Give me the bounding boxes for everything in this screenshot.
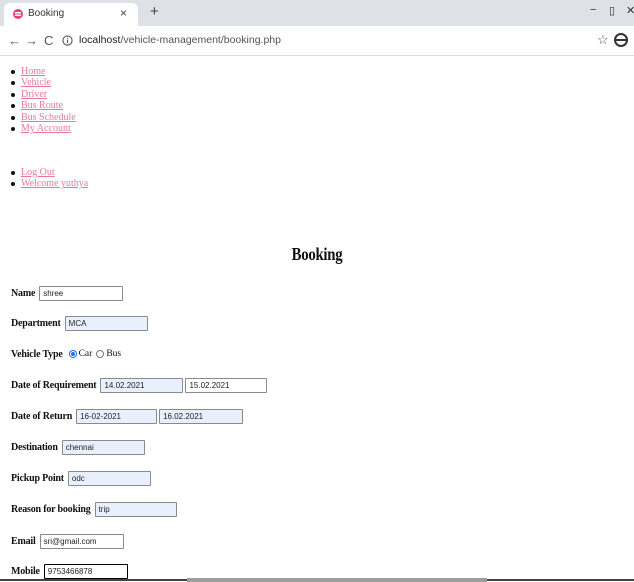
nav-item-bus-schedule: Bus Schedule (9, 112, 76, 123)
mobile-row: Mobile 9753466878 (11, 563, 128, 579)
mobile-input[interactable]: 9753466878 (43, 563, 128, 579)
nav-item-vehicle: Vehicle (9, 77, 76, 88)
date-requirement-to-input[interactable]: 15.02.2021 (185, 377, 268, 393)
address-bar[interactable]: localhost/vehicle-management/booking.php (79, 34, 281, 46)
browser-toolbar: ← → C localhost/vehicle-management/booki… (0, 26, 634, 56)
pickup-input[interactable]: odc (67, 470, 151, 486)
radio-bus-label: Bus (106, 349, 122, 359)
reason-input[interactable]: trip (94, 501, 177, 517)
date-return-row: Date of Return 16-02-2021 16.02.2021 (11, 408, 244, 424)
email-label: Email (11, 535, 36, 547)
logout-link[interactable]: Log Out (21, 167, 55, 178)
name-row: Name shree (11, 285, 124, 301)
tab-close-icon[interactable]: × (120, 6, 127, 20)
page-title: Booking (291, 244, 343, 264)
radio-bus-dot[interactable] (96, 350, 105, 358)
nav-item-welcome: Welcome yuthya (9, 178, 88, 189)
reason-label: Reason for booking (11, 503, 91, 515)
date-requirement-label: Date of Requirement (11, 379, 97, 391)
email-input[interactable]: sri@gmail.com (39, 533, 124, 549)
radio-car-dot[interactable] (68, 350, 77, 358)
nav-link-bus-schedule[interactable]: Bus Schedule (21, 112, 76, 123)
reason-row: Reason for booking trip (11, 501, 177, 517)
bookmark-star-icon[interactable]: ☆ (597, 32, 609, 48)
nav-link-my-account[interactable]: My Account (21, 123, 71, 134)
welcome-link[interactable]: Welcome yuthya (21, 178, 88, 189)
radio-car-label: Car (78, 349, 93, 359)
restore-icon[interactable]: ▯ (609, 4, 615, 17)
user-nav: Log Out Welcome yuthya (9, 167, 88, 190)
browser-tab[interactable]: Booking × (4, 3, 138, 26)
profile-icon[interactable] (614, 32, 628, 48)
horizontal-scrollbar[interactable] (187, 578, 487, 582)
nav-link-vehicle[interactable]: Vehicle (21, 77, 51, 88)
pickup-row: Pickup Point odc (11, 470, 151, 486)
nav-link-bus-route[interactable]: Bus Route (21, 100, 63, 111)
nav-item-driver: Driver (9, 89, 76, 100)
date-requirement-from-input[interactable]: 14.02.2021 (100, 377, 184, 393)
vehicle-type-row: Vehicle Type Car Bus (11, 346, 121, 362)
url-path: /vehicle-management/booking.php (120, 34, 281, 46)
nav-item-logout: Log Out (9, 167, 88, 178)
nav-item-bus-route: Bus Route (9, 100, 76, 111)
date-return-to-input[interactable]: 16.02.2021 (159, 408, 244, 424)
nav-link-driver[interactable]: Driver (21, 89, 47, 100)
destination-label: Destination (11, 441, 58, 453)
date-return-from-input[interactable]: 16-02-2021 (76, 408, 158, 424)
date-return-label: Date of Return (11, 410, 73, 422)
new-tab-icon[interactable]: + (150, 3, 159, 20)
radio-bus[interactable]: Bus (96, 349, 121, 359)
name-label: Name (11, 287, 36, 299)
forward-icon[interactable]: → (25, 33, 38, 48)
destination-input[interactable]: chennai (61, 439, 145, 455)
site-nav: Home Vehicle Driver Bus Route Bus Schedu… (9, 66, 76, 134)
nav-link-home[interactable]: Home (21, 66, 45, 77)
nav-item-my-account: My Account (9, 123, 76, 134)
reload-icon[interactable]: C (44, 33, 53, 48)
date-requirement-row: Date of Requirement 14.02.2021 15.02.202… (11, 377, 268, 393)
email-row: Email sri@gmail.com (11, 533, 124, 549)
mobile-label: Mobile (11, 565, 40, 577)
back-icon[interactable]: ← (8, 33, 21, 48)
radio-car[interactable]: Car (68, 349, 93, 359)
department-input[interactable]: MCA (64, 315, 148, 331)
department-row: Department MCA (11, 315, 148, 331)
destination-row: Destination chennai (11, 439, 145, 455)
info-icon[interactable] (62, 35, 73, 46)
pickup-label: Pickup Point (11, 472, 64, 484)
minimize-icon[interactable]: − (590, 4, 596, 16)
favicon-icon (13, 9, 23, 19)
nav-item-home: Home (9, 66, 76, 77)
tab-title: Booking (28, 8, 65, 19)
url-host: localhost (79, 34, 121, 46)
browser-tab-strip: Booking × + − ▯ ✕ (0, 0, 634, 26)
window-close-icon[interactable]: ✕ (626, 4, 634, 17)
department-label: Department (11, 317, 61, 329)
vehicle-type-label: Vehicle Type (11, 348, 63, 360)
name-input[interactable]: shree (39, 285, 124, 301)
